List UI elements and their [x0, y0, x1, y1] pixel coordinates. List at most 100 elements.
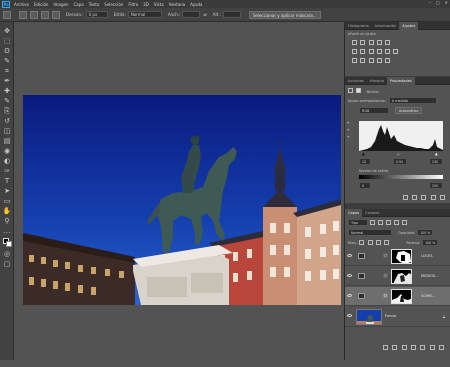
preset-select[interactable]: A medida — [388, 97, 437, 104]
chain-link-icon[interactable]: ⛓ — [383, 253, 388, 258]
pen-icon[interactable]: ✑ — [2, 167, 12, 176]
document-canvas-image[interactable] — [23, 95, 341, 305]
layer-row-fondo[interactable]: Fondo 🔒︎ — [345, 307, 450, 327]
channel-select[interactable]: RGB — [359, 107, 389, 114]
input-black-field[interactable]: 12 — [359, 158, 371, 165]
menu-seleccion[interactable]: Selección — [104, 2, 123, 7]
marquee-icon[interactable]: ⬚ — [2, 37, 12, 46]
invert-icon[interactable] — [352, 57, 357, 63]
selective-color-icon[interactable] — [385, 57, 391, 63]
input-mid-field[interactable]: 0,92 — [393, 158, 407, 165]
white-eyedropper-icon[interactable]: ✒ — [347, 135, 355, 139]
eye-icon[interactable] — [347, 254, 352, 257]
healing-icon[interactable]: ✚ — [2, 87, 12, 96]
layer-kind-select[interactable]: Tipo — [348, 219, 368, 226]
layer-row-sombras[interactable]: ⛓ SOMB... — [345, 287, 450, 306]
midtone-handle[interactable]: ▲ — [397, 152, 400, 156]
layer-mask-thumbnail[interactable] — [391, 269, 412, 284]
curves-icon[interactable] — [368, 39, 374, 45]
view-previous-icon[interactable] — [412, 195, 417, 200]
photoshop-logo-icon[interactable]: Ps — [2, 0, 10, 8]
crop-icon[interactable]: ⌗ — [2, 67, 12, 76]
new-selection-icon[interactable] — [19, 10, 27, 19]
hand-icon[interactable]: ✋ — [2, 207, 12, 216]
black-eyedropper-icon[interactable]: ✒ — [347, 121, 355, 125]
menu-archivo[interactable]: Archivo — [14, 2, 29, 7]
filter-adjust-icon[interactable] — [377, 220, 383, 225]
gray-eyedropper-icon[interactable]: ✒ — [347, 128, 355, 132]
fill-input[interactable]: 100 % — [422, 239, 439, 246]
color-swatches-icon[interactable] — [2, 237, 12, 249]
new-layer-icon[interactable] — [429, 345, 435, 350]
fx-icon[interactable] — [392, 345, 398, 350]
threshold-icon[interactable] — [368, 57, 374, 63]
visibility-icon[interactable] — [430, 195, 436, 200]
brush-icon[interactable]: ✎ — [2, 97, 12, 106]
lock-pixels-icon[interactable] — [359, 240, 365, 245]
zoom-icon[interactable]: ⚲ — [2, 217, 12, 226]
layer-name[interactable]: MEDIOS... — [421, 274, 439, 278]
eye-icon[interactable] — [347, 294, 352, 297]
screen-mode-icon[interactable]: ▢ — [2, 260, 12, 269]
blur-icon[interactable]: ◉ — [2, 147, 12, 156]
color-lookup-icon[interactable] — [393, 48, 399, 54]
subtract-selection-icon[interactable] — [41, 10, 49, 19]
mask-icon[interactable] — [356, 88, 362, 93]
marquee-tool-preset-icon[interactable] — [3, 10, 11, 19]
stamp-icon[interactable]: ⎘ — [2, 107, 12, 116]
input-white-field[interactable]: 240 — [429, 158, 443, 165]
menu-capa[interactable]: Capa — [74, 2, 84, 7]
blend-mode-select[interactable]: Normal — [348, 229, 392, 236]
exposure-icon[interactable] — [376, 39, 382, 45]
history-brush-icon[interactable]: ↺ — [2, 117, 12, 126]
menu-vista[interactable]: Vista — [154, 2, 164, 7]
quick-select-icon[interactable]: ✎ — [2, 57, 12, 66]
reset-icon[interactable] — [421, 195, 427, 200]
path-select-icon[interactable]: ➤ — [2, 187, 12, 196]
channel-mixer-icon[interactable] — [385, 48, 391, 54]
layer-name[interactable]: LUCES — [421, 254, 433, 258]
white-point-handle[interactable]: ▲ — [435, 152, 438, 156]
tab-histograma[interactable]: Histograma — [345, 22, 372, 30]
gradient-icon[interactable]: ▤ — [2, 137, 12, 146]
filter-type-icon[interactable] — [385, 220, 391, 225]
brightness-icon[interactable] — [352, 39, 357, 45]
tab-propiedades[interactable]: Propiedades — [386, 76, 415, 85]
layer-mask-thumbnail[interactable] — [391, 249, 412, 264]
hue-saturation-icon[interactable] — [352, 48, 357, 54]
lock-icon[interactable]: 🔒︎ — [443, 314, 445, 319]
lasso-icon[interactable]: ʘ — [2, 47, 12, 56]
select-and-mask-button[interactable]: Seleccionar y aplicar máscara... — [248, 10, 321, 19]
maximize-icon[interactable]: □ — [436, 0, 440, 5]
input-slider-track[interactable]: ▲ ▲ ▲ — [359, 152, 443, 156]
eyedropper-icon[interactable]: ✒ — [2, 77, 12, 86]
intersect-selection-icon[interactable] — [52, 10, 60, 19]
move-icon[interactable]: ✥ — [2, 27, 12, 36]
tab-acciones[interactable]: Acciones — [345, 77, 367, 85]
tab-informacion[interactable]: Información — [372, 22, 399, 30]
layer-mask-thumbnail[interactable] — [391, 289, 412, 304]
layer-name[interactable]: SOMB... — [421, 294, 435, 298]
vibrance-icon[interactable] — [385, 39, 391, 45]
menu-texto[interactable]: Texto — [89, 2, 100, 7]
style-select[interactable]: Normal — [127, 11, 162, 18]
feather-input[interactable]: 0 px — [85, 11, 108, 18]
posterize-icon[interactable] — [360, 57, 366, 63]
dodge-icon[interactable]: ◐ — [2, 157, 12, 166]
trash-icon[interactable] — [439, 345, 445, 350]
menu-ayuda[interactable]: Ayuda — [190, 2, 202, 7]
tab-historia[interactable]: Historia — [367, 77, 387, 85]
add-mask-icon[interactable] — [401, 345, 407, 350]
link-layers-icon[interactable] — [382, 345, 388, 350]
eye-icon[interactable] — [347, 314, 352, 317]
lock-position-icon[interactable] — [367, 240, 373, 245]
photo-filter-icon[interactable] — [376, 48, 382, 54]
height-input[interactable] — [222, 11, 241, 18]
menu-ventana[interactable]: Ventana — [169, 2, 185, 7]
quick-mask-icon[interactable]: ◎ — [2, 250, 12, 259]
close-icon[interactable]: ✕ — [445, 0, 448, 5]
black-point-handle[interactable]: ▲ — [362, 152, 365, 156]
tab-ajustes[interactable]: Ajustes — [399, 21, 419, 30]
layer-row-luces[interactable]: ⛓ LUCES — [345, 247, 450, 266]
add-selection-icon[interactable] — [30, 10, 38, 19]
